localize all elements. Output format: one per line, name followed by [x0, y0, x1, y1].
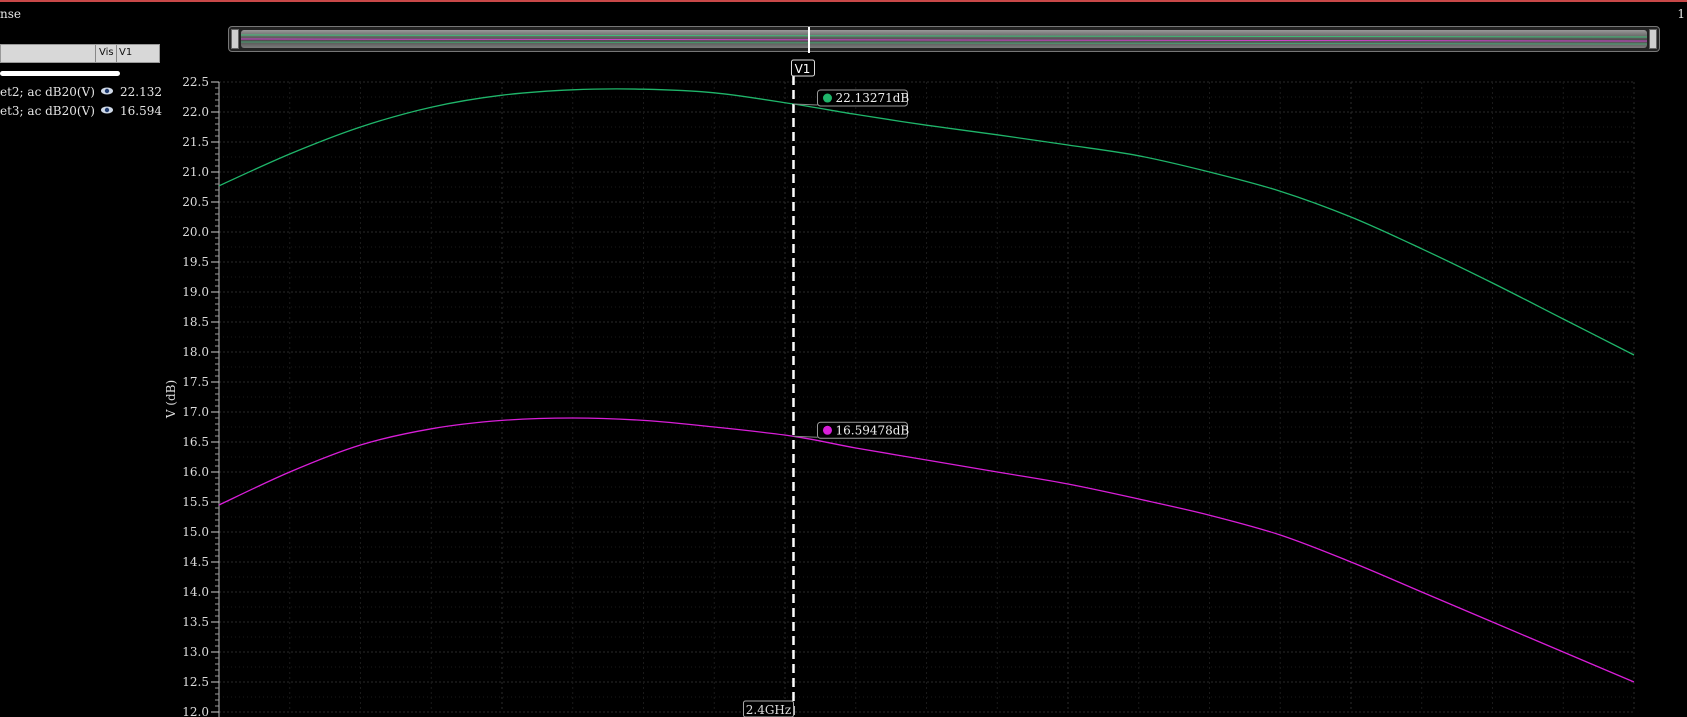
y-tick-label: 20.5 — [182, 195, 209, 209]
cursor-name-label[interactable]: V1 — [795, 62, 811, 76]
y-tick-label: 20.0 — [182, 225, 209, 239]
y-tick-label: 16.5 — [182, 435, 209, 449]
y-tick-label: 12.5 — [182, 675, 209, 689]
y-tick-label: 21.0 — [182, 165, 209, 179]
y-tick-label: 12.0 — [182, 705, 209, 717]
y-tick-label: 13.0 — [182, 645, 209, 659]
y-tick-label: 18.0 — [182, 345, 209, 359]
plot-grid — [218, 81, 1635, 713]
y-tick-label: 14.0 — [182, 585, 209, 599]
cursor-x-label: 2.4GHz — [746, 703, 791, 717]
readout-dot — [822, 93, 832, 103]
readout-value: 22.13271dB — [835, 91, 909, 105]
y-tick-label: 16.0 — [182, 465, 209, 479]
y-tick-label: 19.5 — [182, 255, 209, 269]
y-tick-label: 22.0 — [182, 105, 209, 119]
plot-area[interactable]: 22.5 22.0 21.5 21.0 20.5 20.0 19.5 19.0 18.5 18.0… — [0, 0, 1687, 717]
y-tick-label: 22.5 — [182, 75, 209, 89]
y-tick-label: 21.5 — [182, 135, 209, 149]
y-tick-label: 18.5 — [182, 315, 209, 329]
readout-value: 16.59478dB — [835, 423, 909, 437]
y-tick-label: 17.0 — [182, 405, 209, 419]
y-tick-label: 17.5 — [182, 375, 209, 389]
marker-cursor[interactable]: V1 2.4GHz 22.13271dB 16.59478dB — [742, 59, 909, 717]
y-tick-label: 14.5 — [182, 555, 209, 569]
y-tick-label: 19.0 — [182, 285, 209, 299]
y-tick-label: 13.5 — [182, 615, 209, 629]
y-axis: 22.5 22.0 21.5 21.0 20.5 20.0 19.5 19.0 18.5 18.0… — [182, 75, 220, 717]
y-tick-label: 15.0 — [182, 525, 209, 539]
readout-dot — [822, 425, 832, 435]
y-tick-label: 15.5 — [182, 495, 209, 509]
y-axis-label: V (dB) — [164, 380, 178, 419]
